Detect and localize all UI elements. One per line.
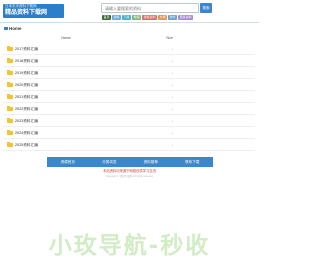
breadcrumb-home[interactable]: Home — [9, 26, 22, 31]
footer-nav-item[interactable]: 分类浏览 — [89, 157, 131, 167]
file-row[interactable]: 2021资料汇编 - — [3, 91, 255, 103]
file-list: Name Size 2017资料汇编 -2018资料汇编 -2019资料汇编 -202… — [3, 33, 255, 151]
folder-icon — [7, 94, 13, 99]
category-chip[interactable]: 文档 — [158, 15, 168, 20]
folder-icon — [7, 46, 13, 51]
folder-icon — [7, 70, 13, 75]
file-size: - — [171, 119, 173, 123]
file-size: - — [171, 59, 173, 63]
site-logo[interactable]: 日本东洋资料下载网 精品资料下载网 — [3, 4, 64, 18]
watermark: 小玫导航-秒收 — [48, 233, 211, 259]
home-icon — [4, 26, 8, 30]
footer-nav-item[interactable]: 资料推荐 — [130, 157, 172, 167]
file-size: - — [171, 47, 173, 51]
file-row[interactable]: 2023资料汇编 - — [3, 115, 255, 127]
category-chip[interactable]: 资料 — [112, 15, 122, 20]
file-row[interactable]: 2024资料汇编 - — [3, 127, 255, 139]
file-name[interactable]: 2018资料汇编 — [15, 55, 38, 67]
category-chip[interactable]: 首页 — [102, 15, 112, 20]
file-size: - — [171, 83, 173, 87]
category-chip[interactable]: 教程 — [132, 15, 142, 20]
file-row[interactable]: 2020资料汇编 - — [3, 79, 255, 91]
file-row[interactable]: 2017资料汇编 - — [3, 43, 255, 55]
file-name[interactable]: 2017资料汇编 — [15, 43, 38, 55]
file-name[interactable]: 2022资料汇编 — [15, 103, 38, 115]
file-list-header: Name Size — [3, 33, 255, 43]
copyright-text: Copyright © 资料下载网 All rights reserved — [105, 175, 154, 178]
category-chip[interactable]: 更多资料 — [178, 15, 194, 20]
notice-text: 本站资料均来源于网络仅供学习交流 — [103, 169, 156, 173]
header-divider — [0, 22, 259, 23]
footer-nav: 资源首页 分类浏览 资料推荐 联系下载 — [47, 157, 213, 167]
footer-nav-item[interactable]: 联系下载 — [172, 157, 214, 167]
search-input[interactable] — [101, 3, 199, 13]
file-row[interactable]: 2025资料汇编 - — [3, 139, 255, 151]
column-size[interactable]: Size — [166, 33, 173, 43]
category-chip[interactable]: 视频资料 — [142, 15, 158, 20]
file-name[interactable]: 2021资料汇编 — [15, 91, 38, 103]
breadcrumb: Home — [4, 24, 22, 32]
file-size: - — [171, 107, 173, 111]
logo-title: 精品资料下载网 — [5, 10, 48, 16]
folder-icon — [7, 106, 13, 111]
folder-icon — [7, 142, 13, 147]
file-name[interactable]: 2023资料汇编 — [15, 115, 38, 127]
folder-icon — [7, 130, 13, 135]
footer-nav-item[interactable]: 资源首页 — [47, 157, 89, 167]
category-chip[interactable]: 下载 — [122, 15, 132, 20]
search-button[interactable]: 搜索 — [200, 3, 212, 13]
folder-icon — [7, 82, 13, 87]
file-name[interactable]: 2019资料汇编 — [15, 67, 38, 79]
column-name[interactable]: Name — [61, 33, 70, 43]
file-size: - — [171, 143, 173, 147]
file-row[interactable]: 2022资料汇编 - — [3, 103, 255, 115]
file-size: - — [171, 71, 173, 75]
category-chips: 首页 资料 下载 教程 视频资料 文档 软件 更多资料 — [102, 15, 194, 20]
file-name[interactable]: 2025资料汇编 — [15, 139, 38, 151]
file-size: - — [171, 95, 173, 99]
file-name[interactable]: 2024资料汇编 — [15, 127, 38, 139]
folder-icon — [7, 58, 13, 63]
folder-icon — [7, 118, 13, 123]
file-row[interactable]: 2019资料汇编 - — [3, 67, 255, 79]
file-name[interactable]: 2020资料汇编 — [15, 79, 38, 91]
file-row[interactable]: 2018资料汇编 - — [3, 55, 255, 67]
category-chip[interactable]: 软件 — [168, 15, 178, 20]
file-size: - — [171, 131, 173, 135]
